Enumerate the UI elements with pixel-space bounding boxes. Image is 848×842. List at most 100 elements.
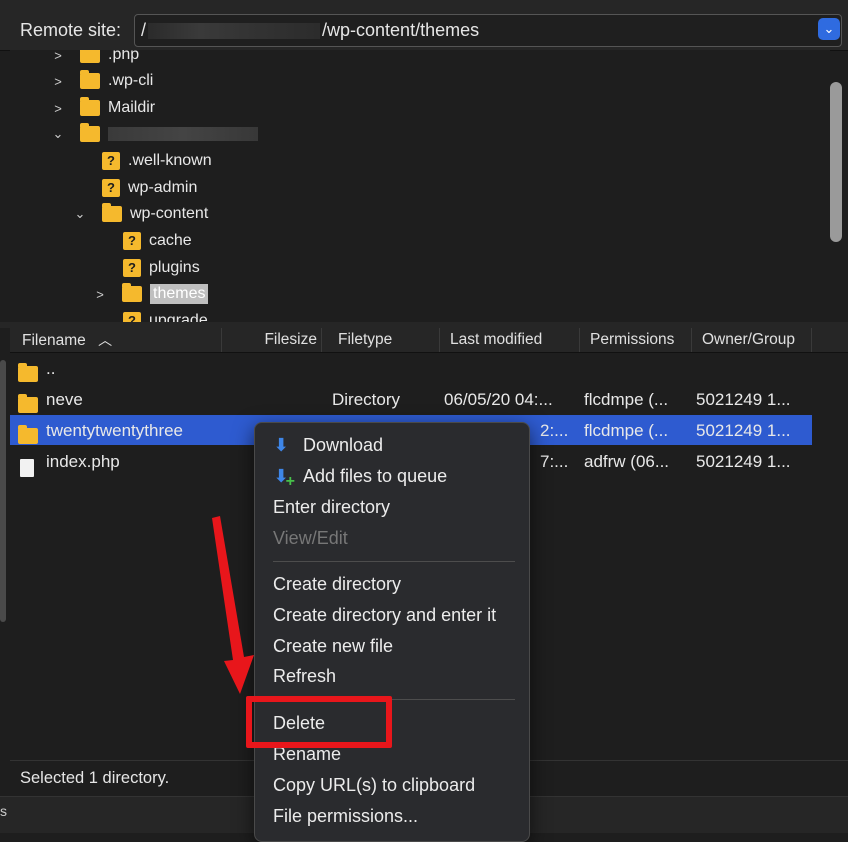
tree-item[interactable]: > .php xyxy=(50,50,139,68)
file-owner: 5021249 1... xyxy=(696,390,791,409)
red-arrow-annotation xyxy=(212,516,254,694)
menu-item-add-to-queue[interactable]: ⬇ + Add files to queue xyxy=(273,466,448,490)
file-owner: 5021249 1... xyxy=(696,452,791,471)
folder-icon xyxy=(80,123,100,142)
unknown-folder-icon: ? xyxy=(102,152,120,170)
file-name: index.php xyxy=(46,452,120,471)
file-name: twentytwentythree xyxy=(46,421,184,440)
folder-icon xyxy=(80,97,100,116)
tree-item[interactable]: ? wp-admin xyxy=(102,175,197,201)
file-list-header: Filename ︿ Filesize Filetype Last modifi… xyxy=(10,328,848,353)
menu-item-view-edit: View/Edit xyxy=(273,528,348,548)
remote-path-input[interactable]: / /wp-content/themes xyxy=(134,14,842,47)
unknown-folder-icon: ? xyxy=(102,179,120,197)
add-to-queue-icon: ⬇ + xyxy=(273,466,295,490)
folder-icon xyxy=(80,70,100,89)
left-pane-scrollbar[interactable] xyxy=(0,360,6,622)
column-filetype[interactable]: Filetype xyxy=(330,328,440,352)
menu-item-download[interactable]: ⬇ Download xyxy=(273,435,383,456)
folder-icon xyxy=(18,363,38,382)
remote-directory-tree: > .php > .wp-cli > Maildir ⌄ ? .well-kno… xyxy=(10,50,830,322)
chevron-down-icon[interactable]: ⌄ xyxy=(50,126,66,142)
tree-item-selected[interactable]: > themes xyxy=(92,281,209,307)
tree-item[interactable]: ? upgrade xyxy=(123,308,208,322)
tree-item[interactable]: ⌄ xyxy=(50,121,258,147)
tree-item-label: plugins xyxy=(149,259,200,276)
column-label: Filesize xyxy=(264,331,317,348)
folder-icon xyxy=(80,50,100,63)
tree-item-label: Maildir xyxy=(108,99,156,116)
file-permissions: flcdmpe (... xyxy=(584,421,669,440)
bottom-bar-text: s xyxy=(0,803,7,819)
chevron-right-icon[interactable]: > xyxy=(50,74,66,89)
context-menu: ⬇ Download ⬇ + Add files to queue Enter dir… xyxy=(254,422,530,842)
menu-item-copy-url[interactable]: Copy URL(s) to clipboard xyxy=(273,775,475,796)
column-label: Filetype xyxy=(338,331,393,348)
column-label: Last modified xyxy=(450,331,543,348)
redacted-folder-name xyxy=(108,127,258,141)
remote-site-label: Remote site: xyxy=(20,20,122,40)
remote-site-bar: Remote site: / /wp-content/themes ⌄ xyxy=(0,0,848,51)
tree-item-label: cache xyxy=(149,232,192,249)
folder-icon xyxy=(18,425,38,444)
unknown-folder-icon: ? xyxy=(123,232,141,250)
folder-icon xyxy=(18,394,38,413)
tree-item[interactable]: > Maildir xyxy=(50,95,155,121)
column-owner-group[interactable]: Owner/Group xyxy=(692,328,812,352)
file-owner: 5021249 1... xyxy=(696,421,791,440)
tree-item[interactable]: > .wp-cli xyxy=(50,68,153,94)
chevron-down-icon[interactable]: ⌄ xyxy=(72,206,88,222)
chevron-right-icon[interactable]: > xyxy=(50,101,66,116)
file-name: .. xyxy=(46,359,56,378)
column-filename[interactable]: Filename ︿ xyxy=(10,328,222,352)
tree-item[interactable]: ? .well-known xyxy=(102,148,212,174)
file-type: Directory xyxy=(332,390,401,409)
unknown-folder-icon: ? xyxy=(123,312,141,322)
download-arrow-icon: ⬇ xyxy=(273,435,289,455)
folder-icon xyxy=(122,283,142,302)
column-filesize[interactable]: Filesize xyxy=(222,328,322,352)
column-label: Permissions xyxy=(590,331,675,348)
file-row[interactable]: neve Directory 06/05/20 04:... flcdmpe (… xyxy=(10,384,812,414)
column-permissions[interactable]: Permissions xyxy=(580,328,692,352)
file-name: neve xyxy=(46,390,83,409)
menu-item-create-directory-enter[interactable]: Create directory and enter it xyxy=(273,605,496,626)
redacted-path xyxy=(148,23,321,40)
file-permissions: flcdmpe (... xyxy=(584,390,669,409)
file-permissions: adfrw (06... xyxy=(584,452,670,471)
tree-item-label: .wp-cli xyxy=(108,72,154,89)
tree-item-label: themes xyxy=(150,284,209,304)
tree-item[interactable]: ? plugins xyxy=(123,255,200,281)
file-modified: 06/05/20 04:... xyxy=(444,390,553,409)
sort-ascending-icon: ︿ xyxy=(98,332,113,348)
file-row[interactable]: .. xyxy=(10,353,812,383)
menu-item-label: Download xyxy=(303,435,384,455)
column-label: Owner/Group xyxy=(702,331,796,348)
menu-item-create-directory[interactable]: Create directory xyxy=(273,574,401,595)
menu-item-enter-directory[interactable]: Enter directory xyxy=(273,497,390,518)
path-suffix: /wp-content/themes xyxy=(322,20,480,40)
menu-item-create-new-file[interactable]: Create new file xyxy=(273,636,393,657)
tree-scrollbar[interactable] xyxy=(830,82,842,242)
column-last-modified[interactable]: Last modified xyxy=(440,328,580,352)
tree-item-label: .php xyxy=(108,50,140,63)
tree-item-label: .well-known xyxy=(128,152,212,169)
unknown-folder-icon: ? xyxy=(123,259,141,277)
status-text: Selected 1 directory. xyxy=(20,769,170,787)
file-modified: 7:... xyxy=(540,452,569,471)
chevron-down-icon[interactable]: ⌄ xyxy=(818,18,840,40)
menu-item-file-permissions[interactable]: File permissions... xyxy=(273,806,418,827)
menu-item-refresh[interactable]: Refresh xyxy=(273,666,336,687)
path-prefix: / xyxy=(141,20,147,40)
column-label: Filename xyxy=(22,332,86,349)
chevron-right-icon[interactable]: > xyxy=(50,50,66,63)
tree-item[interactable]: ? cache xyxy=(123,228,192,254)
file-modified: 2:... xyxy=(540,421,569,440)
tree-item-label: wp-content xyxy=(130,205,209,222)
tree-item-label: upgrade xyxy=(149,312,208,322)
folder-icon xyxy=(102,203,122,222)
tree-item[interactable]: ⌄ wp-content xyxy=(72,201,208,227)
menu-item-label: Add files to queue xyxy=(303,466,448,486)
chevron-right-icon[interactable]: > xyxy=(92,287,108,302)
delete-highlight-box xyxy=(246,696,392,748)
